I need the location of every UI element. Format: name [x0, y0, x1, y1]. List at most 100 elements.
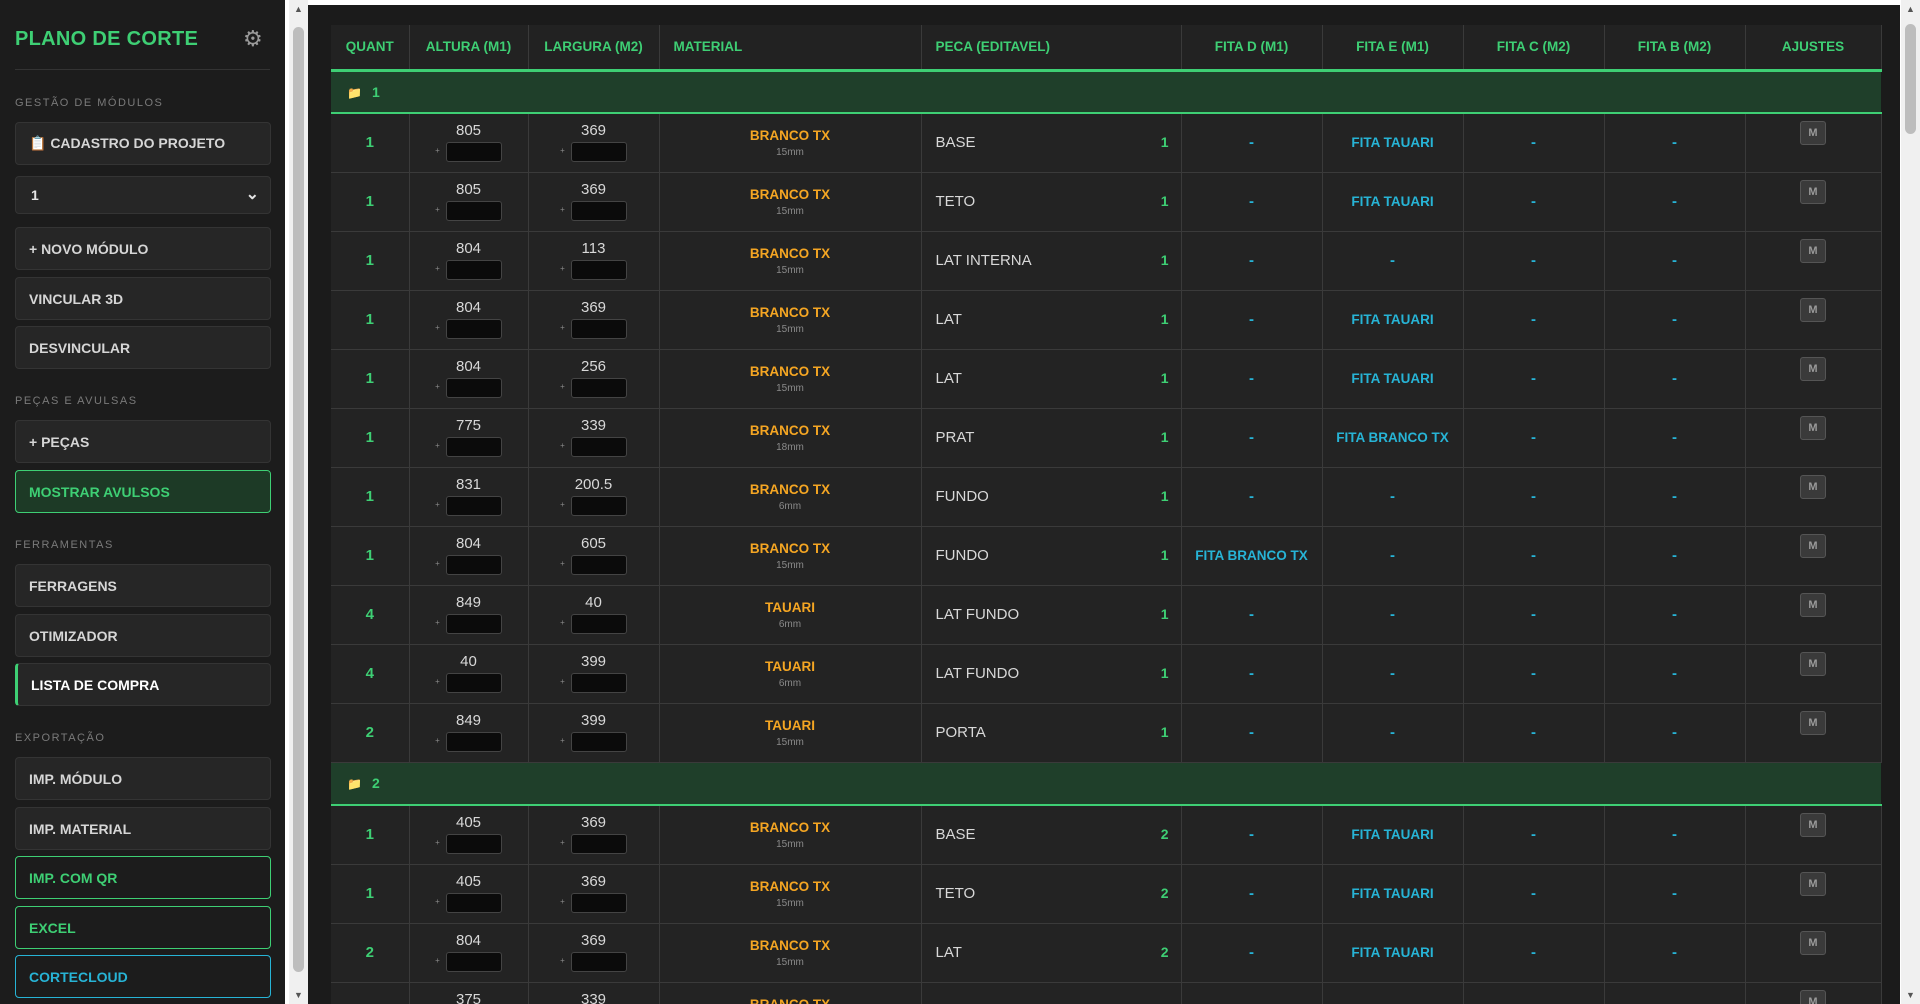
ajuste-m-button[interactable]: M	[1800, 533, 1826, 558]
altura-adjust-input[interactable]	[445, 259, 502, 280]
peca-cell[interactable]: FUNDO 1	[921, 467, 1182, 527]
table-row[interactable]: 1 405 +369 + BRANCO TX 15mm TETO 2 - FITA TAUARI -…	[331, 864, 1882, 924]
largura-adjust-input[interactable]	[570, 731, 627, 752]
fita-c-cell[interactable]: -	[1463, 703, 1605, 763]
quant-cell[interactable]: 1	[331, 526, 410, 586]
material-cell[interactable]: BRANCO TX15mm	[659, 982, 922, 1004]
fita-b-cell[interactable]: -	[1604, 864, 1746, 924]
peca-cell[interactable]: FUNDO 1	[921, 526, 1182, 586]
altura-adjust-input[interactable]	[445, 200, 502, 221]
table-row[interactable]: 2 849 +399 + TAUARI 15mm PORTA 1 - - - - M	[331, 703, 1882, 763]
peca-name[interactable]: FUNDO	[936, 488, 989, 505]
material-cell[interactable]: TAUARI 6mm	[659, 585, 922, 645]
fita-e-cell[interactable]: FITA TAUARI	[1322, 805, 1464, 865]
fita-e-cell[interactable]: FITA TAUARI	[1322, 864, 1464, 924]
quant-cell[interactable]: 1	[331, 864, 410, 924]
largura-adjust-input[interactable]	[570, 200, 627, 221]
largura-adjust-input[interactable]	[570, 613, 627, 634]
fita-b-cell[interactable]: -	[1604, 231, 1746, 291]
module-group-row[interactable]: 📁 1	[331, 70, 1881, 114]
peca-name[interactable]: PORTA	[936, 724, 986, 741]
material-cell[interactable]: BRANCO TX15mm	[659, 805, 922, 865]
altura-adjust-input[interactable]	[445, 318, 502, 339]
fita-b-cell[interactable]: -	[1604, 923, 1746, 983]
altura-adjust-input[interactable]	[445, 495, 502, 516]
material-cell[interactable]: BRANCO TX 6mm	[659, 467, 922, 527]
ajuste-m-button[interactable]: M	[1800, 989, 1826, 1004]
fita-e-cell[interactable]: -	[1322, 526, 1464, 586]
peca-cell[interactable]: LAT 2	[921, 923, 1182, 983]
quant-cell[interactable]: 1	[331, 408, 410, 468]
peca-cell[interactable]: TETO 1	[921, 172, 1182, 232]
fita-b-cell[interactable]: -	[1604, 349, 1746, 409]
altura-adjust-input[interactable]	[445, 892, 502, 913]
scroll-up-arrow-icon[interactable]: ▲	[1901, 0, 1920, 18]
table-row[interactable]: 4 40 +399 + TAUARI 6mm LAT FUNDO 1 - - - - M	[331, 644, 1882, 704]
fita-c-cell[interactable]: -	[1463, 864, 1605, 924]
fita-c-cell[interactable]: -	[1463, 923, 1605, 983]
quant-cell[interactable]: 4	[331, 585, 410, 645]
quant-cell[interactable]: 4	[331, 644, 410, 704]
fita-c-cell[interactable]: -	[1463, 113, 1605, 173]
largura-adjust-input[interactable]	[570, 672, 627, 693]
fita-d-cell[interactable]: -	[1181, 408, 1323, 468]
material-cell[interactable]: BRANCO TX15mm	[659, 349, 922, 409]
lista-compra-button[interactable]: LISTA DE COMPRA	[15, 663, 271, 706]
fita-b-cell[interactable]: -	[1604, 172, 1746, 232]
table-row[interactable]: 1 804 +113 + BRANCO TX 15mm LAT INTERNA 1 - - - - M	[331, 231, 1882, 291]
altura-adjust-input[interactable]	[445, 436, 502, 457]
fita-e-cell[interactable]: -	[1322, 231, 1464, 291]
main-scroll-thumb[interactable]	[1905, 24, 1916, 134]
quant-cell[interactable]: 1	[331, 349, 410, 409]
quant-cell[interactable]: 1	[331, 467, 410, 527]
fita-c-cell[interactable]: -	[1463, 585, 1605, 645]
fita-e-cell[interactable]: -	[1322, 703, 1464, 763]
fita-d-cell[interactable]: -	[1181, 923, 1323, 983]
material-cell[interactable]: BRANCO TX15mm	[659, 864, 922, 924]
altura-adjust-input[interactable]	[445, 377, 502, 398]
ajuste-m-button[interactable]: M	[1800, 356, 1826, 381]
sidebar-scrollbar[interactable]: ▲ ▼	[289, 0, 308, 1004]
ajuste-m-button[interactable]: M	[1800, 813, 1826, 837]
peca-name[interactable]: LAT	[936, 370, 962, 387]
peca-name[interactable]: PRAT	[936, 429, 975, 446]
table-row[interactable]: 1 831 +200.5 + BRANCO TX 6mm FUNDO 1 - - - - M	[331, 467, 1882, 527]
ajuste-m-button[interactable]: M	[1800, 179, 1826, 204]
fita-d-cell[interactable]: -	[1181, 467, 1323, 527]
largura-adjust-input[interactable]	[570, 259, 627, 280]
material-cell[interactable]: BRANCO TX15mm	[659, 526, 922, 586]
imp-com-qr-button[interactable]: IMP. COM QR	[15, 856, 271, 899]
fita-b-cell[interactable]: -	[1604, 113, 1746, 173]
peca-cell[interactable]: PRAT 1	[921, 408, 1182, 468]
module-group-cell[interactable]: 📁 1	[331, 70, 1881, 114]
altura-adjust-input[interactable]	[445, 613, 502, 634]
ajuste-m-button[interactable]: M	[1800, 474, 1826, 499]
fita-d-cell[interactable]: -	[1181, 585, 1323, 645]
ajuste-m-button[interactable]: M	[1800, 297, 1826, 322]
fita-c-cell[interactable]: -	[1463, 982, 1605, 1004]
peca-name[interactable]: TETO	[936, 193, 976, 210]
fita-e-cell[interactable]: FITA BRANCO TX	[1322, 982, 1464, 1004]
material-cell[interactable]: TAUARI 6mm	[659, 644, 922, 704]
material-cell[interactable]: BRANCO TX15mm	[659, 290, 922, 350]
table-row[interactable]: 1 805 +369 + BRANCO TX 15mm TETO 1 - FITA TAUARI -…	[331, 172, 1882, 232]
fita-c-cell[interactable]: -	[1463, 526, 1605, 586]
fita-c-cell[interactable]: -	[1463, 644, 1605, 704]
fita-e-cell[interactable]: FITA TAUARI	[1322, 923, 1464, 983]
peca-cell[interactable]: BASE 1	[921, 113, 1182, 173]
fita-c-cell[interactable]: -	[1463, 349, 1605, 409]
material-cell[interactable]: BRANCO TX15mm	[659, 113, 922, 173]
ajuste-m-button[interactable]: M	[1800, 651, 1826, 676]
excel-button[interactable]: EXCEL	[15, 906, 271, 949]
table-row[interactable]: 1 405 +369 + BRANCO TX 15mm BASE 2 - FITA TAUARI -…	[331, 805, 1882, 865]
peca-cell[interactable]: BASE 2	[921, 805, 1182, 865]
fita-c-cell[interactable]: -	[1463, 231, 1605, 291]
altura-adjust-input[interactable]	[445, 951, 502, 972]
peca-name[interactable]: BASE	[936, 134, 976, 151]
fita-c-cell[interactable]: -	[1463, 467, 1605, 527]
fita-c-cell[interactable]: -	[1463, 408, 1605, 468]
scroll-down-arrow-icon[interactable]: ▼	[289, 986, 308, 1004]
peca-cell[interactable]: LAT FUNDO 1	[921, 585, 1182, 645]
material-cell[interactable]: BRANCO TX15mm	[659, 923, 922, 983]
table-row[interactable]: 4 849 +40 + TAUARI 6mm LAT FUNDO 1 - - - - M	[331, 585, 1882, 645]
